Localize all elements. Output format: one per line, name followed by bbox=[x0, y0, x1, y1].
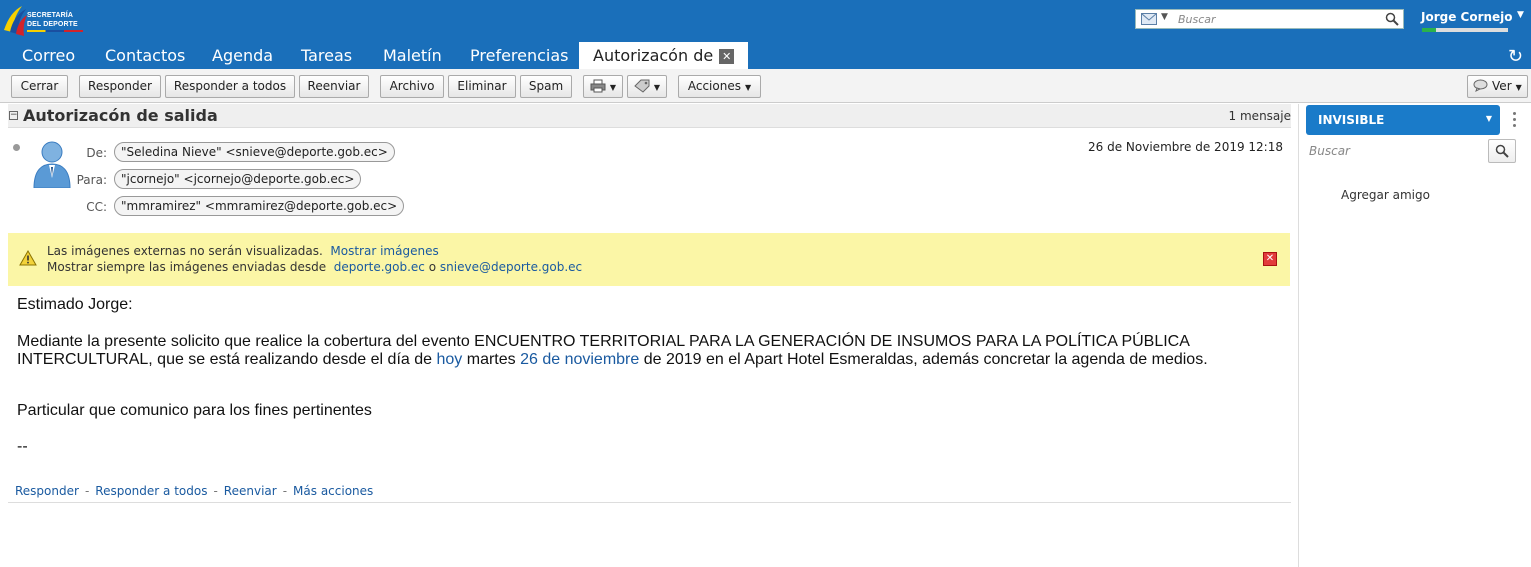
signature: -- bbox=[17, 438, 28, 455]
from-label: De: bbox=[86, 146, 107, 160]
tab-contactos[interactable]: Contactos bbox=[105, 46, 185, 65]
reply-all-link[interactable]: Responder a todos bbox=[95, 484, 207, 498]
search-icon[interactable] bbox=[1385, 12, 1399, 26]
cc-label: CC: bbox=[86, 200, 107, 214]
refresh-icon[interactable]: ↻ bbox=[1508, 46, 1523, 67]
print-button[interactable]: ▼ bbox=[583, 75, 623, 98]
message-actions: Responder - Responder a todos - Reenviar - Más… bbox=[15, 484, 374, 498]
cc-address[interactable]: "mmramirez" <mmramirez@deporte.gob.ec> bbox=[114, 196, 405, 216]
view-label: Ver bbox=[1492, 79, 1512, 93]
chat-panel: INVISIBLE ▼ Buscar Agregar amigo bbox=[1298, 104, 1531, 567]
speech-bubble-icon bbox=[1473, 79, 1488, 92]
external-images-warning: Las imágenes externas no serán visualiza… bbox=[8, 233, 1290, 286]
logo-line2: DEL DEPORTE bbox=[27, 21, 78, 28]
quota-bar bbox=[1422, 28, 1508, 32]
message-header: De: "Seledina Nieve" <snieve@deporte.gob… bbox=[8, 128, 1291, 228]
status-label: INVISIBLE bbox=[1318, 113, 1385, 127]
paragraph-1-line-1: Mediante la presente solicito que realic… bbox=[17, 333, 1190, 350]
global-search[interactable]: ▼ Buscar bbox=[1135, 9, 1404, 29]
search-icon bbox=[1495, 144, 1509, 158]
toolbar: Cerrar Responder Responder a todos Reenv… bbox=[0, 69, 1531, 103]
tab-preferencias[interactable]: Preferencias bbox=[470, 46, 569, 65]
domain-link[interactable]: deporte.gob.ec bbox=[334, 260, 425, 274]
message-count: 1 mensaje bbox=[1228, 109, 1291, 123]
tab-message[interactable]: Autorizacón de ✕ bbox=[579, 42, 749, 69]
view-button[interactable]: Ver ▼ bbox=[1467, 75, 1528, 98]
tag-button[interactable]: ▼ bbox=[627, 75, 667, 98]
tab-tareas[interactable]: Tareas bbox=[301, 46, 352, 65]
or-text: o bbox=[428, 260, 437, 274]
close-icon[interactable]: ✕ bbox=[719, 49, 735, 64]
add-friend-link[interactable]: Agregar amigo bbox=[1341, 188, 1430, 202]
delete-button[interactable]: Eliminar bbox=[448, 75, 516, 98]
tab-maletin[interactable]: Maletín bbox=[383, 46, 442, 65]
to-address[interactable]: "jcornejo" <jcornejo@deporte.gob.ec> bbox=[114, 169, 362, 189]
greeting: Estimado Jorge: bbox=[17, 296, 133, 313]
chevron-down-icon[interactable]: ▼ bbox=[1517, 10, 1524, 20]
sender-link[interactable]: snieve@deporte.gob.ec bbox=[440, 260, 582, 274]
paragraph-1-line-2: INTERCULTURAL, que se está realizando de… bbox=[17, 351, 1208, 368]
chevron-down-icon: ▼ bbox=[1515, 83, 1522, 92]
actions-label: Acciones bbox=[687, 79, 741, 93]
message-pane: − Autorizacón de salida 1 mensaje De: "S… bbox=[8, 104, 1291, 567]
message-subject: Autorizacón de salida bbox=[23, 106, 218, 125]
user-name[interactable]: Jorge Cornejo bbox=[1421, 10, 1513, 24]
divider bbox=[8, 502, 1291, 503]
more-options-icon[interactable] bbox=[1513, 112, 1517, 128]
from-address[interactable]: "Seledina Nieve" <snieve@deporte.gob.ec> bbox=[114, 142, 395, 162]
tag-icon bbox=[634, 79, 650, 93]
tab-correo[interactable]: Correo bbox=[22, 46, 75, 65]
reply-all-button[interactable]: Responder a todos bbox=[165, 75, 295, 98]
date-link-hoy[interactable]: hoy bbox=[436, 351, 462, 368]
show-images-link[interactable]: Mostrar imágenes bbox=[330, 244, 438, 258]
app-tabs: Correo Contactos Agenda Tareas Maletín P… bbox=[0, 42, 1531, 69]
chevron-down-icon[interactable]: ▼ bbox=[1161, 12, 1168, 22]
close-button[interactable]: Cerrar bbox=[11, 75, 68, 98]
to-label: Para: bbox=[76, 173, 107, 187]
collapse-icon[interactable]: − bbox=[9, 111, 18, 120]
more-actions-link[interactable]: Más acciones bbox=[293, 484, 373, 498]
forward-button[interactable]: Reenviar bbox=[299, 75, 369, 98]
chevron-down-icon: ▼ bbox=[744, 83, 752, 92]
message-date: 26 de Noviembre de 2019 12:18 bbox=[1088, 140, 1283, 154]
close-icon[interactable]: ✕ bbox=[1263, 252, 1277, 266]
search-input[interactable]: Buscar bbox=[1178, 13, 1216, 26]
warning-text-2: Mostrar siempre las imágenes enviadas de… bbox=[47, 260, 327, 274]
warning-icon bbox=[19, 250, 37, 266]
spam-button[interactable]: Spam bbox=[520, 75, 572, 98]
tab-agenda[interactable]: Agenda bbox=[212, 46, 273, 65]
actions-button[interactable]: Acciones ▼ bbox=[678, 75, 761, 98]
read-status-icon[interactable] bbox=[13, 144, 20, 151]
printer-icon bbox=[590, 79, 606, 93]
tab-message-label[interactable]: Autorizacón de bbox=[593, 46, 713, 65]
logo-line1: SECRETARÍA bbox=[27, 12, 73, 19]
reply-link[interactable]: Responder bbox=[15, 484, 79, 498]
chevron-down-icon: ▼ bbox=[1485, 114, 1492, 123]
archive-button[interactable]: Archivo bbox=[380, 75, 444, 98]
warning-text: Las imágenes externas no serán visualiza… bbox=[47, 244, 323, 258]
chevron-down-icon: ▼ bbox=[609, 83, 617, 92]
forward-link[interactable]: Reenviar bbox=[224, 484, 277, 498]
status-dropdown[interactable]: INVISIBLE ▼ bbox=[1306, 105, 1500, 135]
logo: SECRETARÍA DEL DEPORTE bbox=[2, 4, 88, 38]
top-bar: SECRETARÍA DEL DEPORTE ▼ Buscar Jorge Co… bbox=[0, 0, 1531, 42]
reply-button[interactable]: Responder bbox=[79, 75, 161, 98]
chat-search-button[interactable] bbox=[1488, 139, 1516, 163]
chat-search-input[interactable]: Buscar bbox=[1309, 144, 1350, 158]
chevron-down-icon: ▼ bbox=[653, 83, 661, 92]
paragraph-2: Particular que comunico para los fines p… bbox=[17, 402, 372, 419]
mail-icon[interactable] bbox=[1141, 13, 1157, 25]
subject-bar: − Autorizacón de salida 1 mensaje bbox=[8, 104, 1291, 128]
date-link-26[interactable]: 26 de noviembre bbox=[520, 351, 639, 368]
user-menu[interactable]: Jorge Cornejo ▼ bbox=[1421, 10, 1524, 24]
